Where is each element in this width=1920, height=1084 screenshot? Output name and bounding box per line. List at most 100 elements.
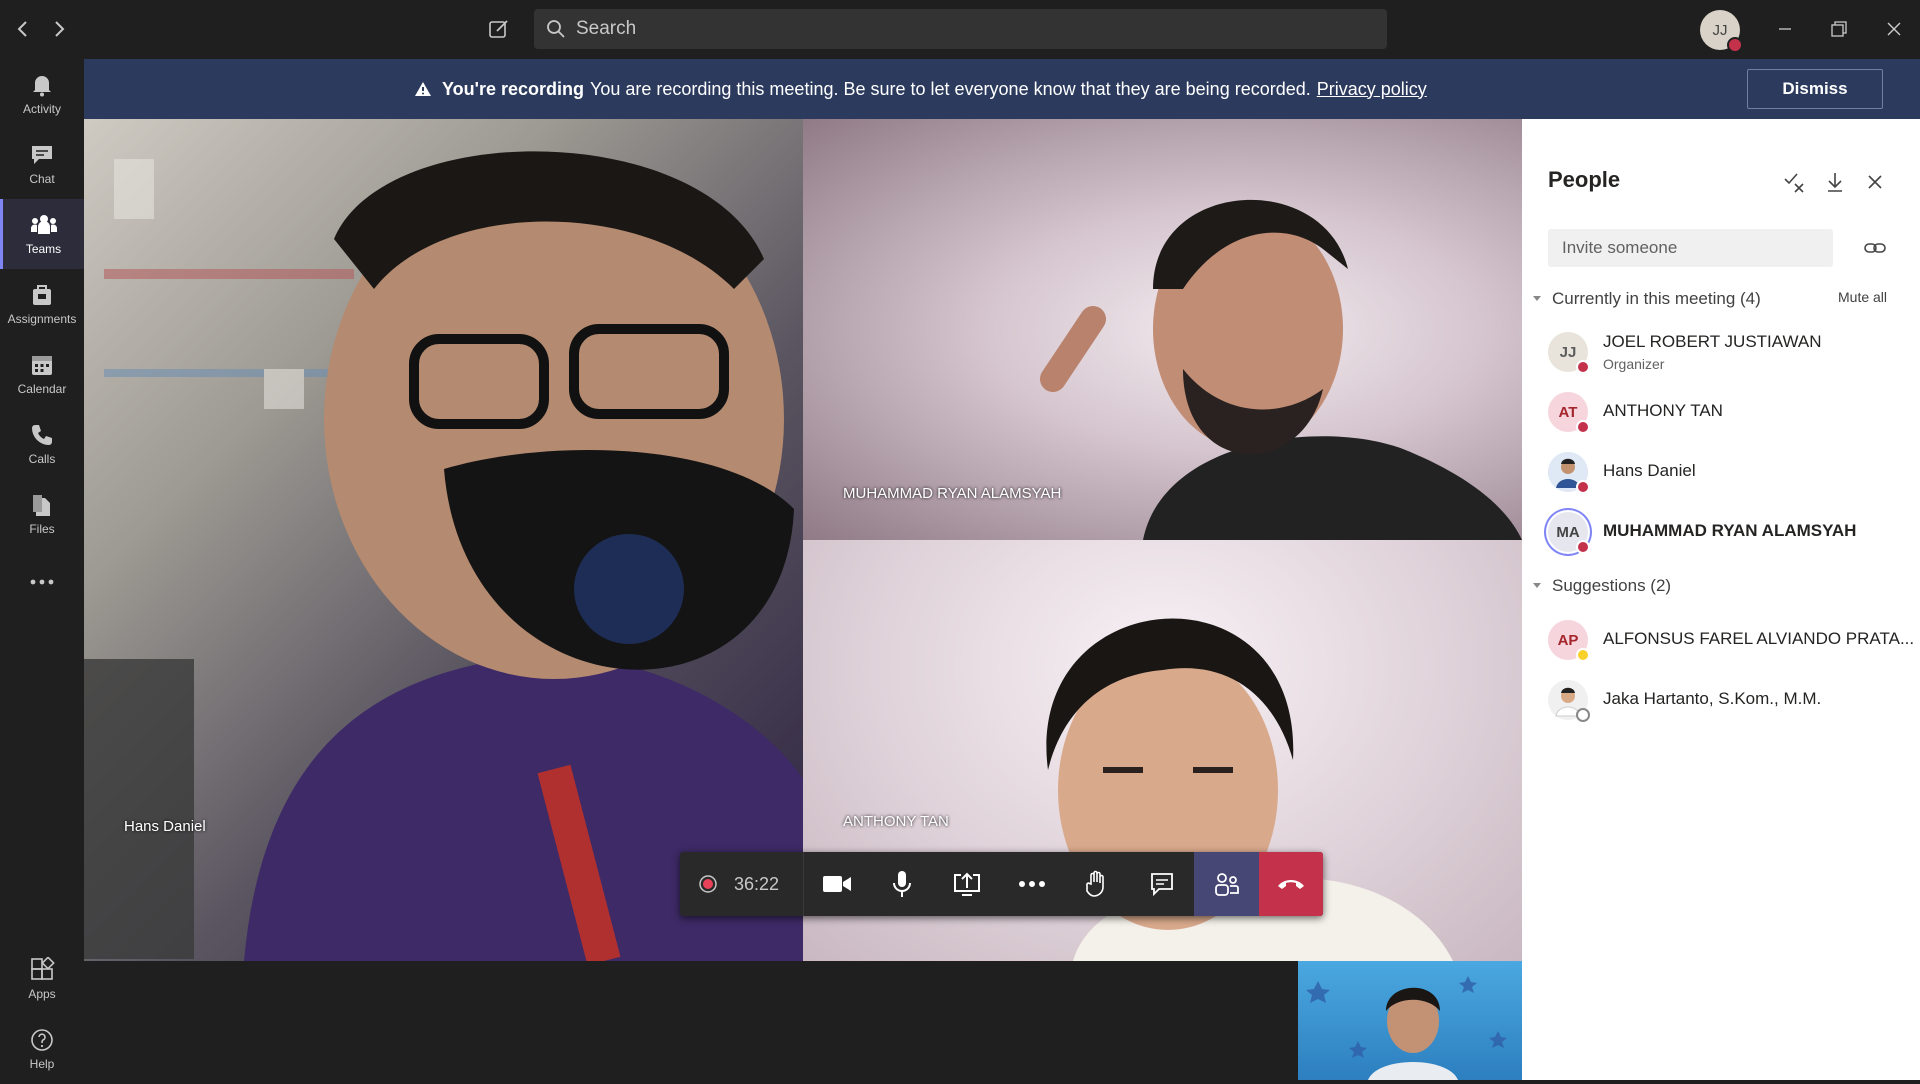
participant-name: MUHAMMAD RYAN ALAMSYAH [1603,521,1857,540]
suggestion-item[interactable]: Jaka Hartanto, S.Kom., M.M. [1522,674,1920,726]
recording-banner: You're recording You are recording this … [84,59,1920,119]
rail-label: Files [29,522,55,536]
participant-name: ANTHONY TAN [1603,401,1723,420]
close-window-icon[interactable] [1879,14,1909,44]
rail-item-calendar[interactable]: Calendar [0,339,84,409]
help-icon [31,1029,53,1051]
close-panel-icon[interactable] [1862,169,1888,195]
rail-item-activity[interactable]: Activity [0,59,84,129]
raise-hand-icon [1085,870,1104,897]
rail-label: Apps [28,987,56,1001]
section-suggestions[interactable]: Suggestions (2) [1532,576,1671,596]
rail-label: Activity [22,102,61,116]
share-screen-button[interactable] [934,852,999,916]
search-input[interactable] [576,18,1356,40]
share-screen-icon [953,872,980,896]
section-currently-in-meeting[interactable]: Currently in this meeting (4) [1532,289,1761,309]
avatar-initials: JJ [1559,343,1577,361]
teams-icon [30,215,57,234]
more-actions-button[interactable] [999,852,1064,916]
avatar-initials: AT [1558,403,1578,421]
rail-label: Calendar [17,382,67,396]
recording-banner-text: You're recording You are recording this … [414,59,1427,119]
invite-someone-input[interactable] [1548,229,1833,267]
privacy-policy-link[interactable]: Privacy policy [1317,79,1427,100]
self-video [1306,976,1507,1080]
chevron-down-icon [1533,296,1541,301]
suggestion-item[interactable]: AP ALFONSUS FAREL ALVIANDO PRATA... [1522,614,1920,666]
phone-icon [32,425,52,445]
avatar: AT [1548,392,1590,434]
minimize-icon[interactable] [1770,14,1800,44]
tile-label: Hans Daniel [124,818,206,835]
hang-up-button[interactable] [1259,852,1323,916]
apps-icon [31,957,55,980]
share-link-icon[interactable] [1862,235,1888,261]
search-icon [547,20,565,38]
rail-label: Teams [25,242,62,256]
video-tile-muhammad-ryan-alamsyah[interactable]: MUHAMMAD RYAN ALAMSYAH [803,119,1522,540]
rail-label: Chat [29,172,55,186]
rail-label: Calls [28,452,56,466]
camera-icon [822,876,851,892]
participant-name: Jaka Hartanto, S.Kom., M.M. [1603,689,1822,708]
rail-item-teams[interactable]: Teams [0,199,84,269]
restore-icon[interactable] [1824,14,1854,44]
hide-check-icon[interactable] [1782,169,1808,195]
tile-label: MUHAMMAD RYAN ALAMSYAH [843,485,1062,502]
recording-message: You are recording this meeting. Be sure … [589,78,1311,99]
self-view-video[interactable] [1298,961,1522,1080]
more-apps-icon[interactable] [0,549,84,619]
chat-icon [1150,873,1173,897]
record-icon [699,875,717,893]
presence-busy-icon [1576,420,1590,434]
profile-initials: JJ [1712,21,1728,39]
microphone-button[interactable] [869,852,934,916]
recording-indicator: 36:22 [680,852,804,916]
forward-icon[interactable] [44,14,74,44]
rail-item-files[interactable]: Files [0,479,84,549]
panel-title: People [1548,167,1621,192]
raise-hand-button[interactable] [1064,852,1129,916]
hang-up-icon [1278,880,1304,889]
call-timer: 36:22 [734,873,780,894]
participants-icon [1214,873,1239,896]
avatar-initials: AP [1557,631,1579,649]
rail-item-apps[interactable]: Apps [0,944,84,1014]
participant-role: Organizer [1603,356,1665,372]
profile-avatar[interactable]: JJ [1700,10,1743,53]
avatar: MA [1548,512,1590,554]
participant-item[interactable]: MA MUHAMMAD RYAN ALAMSYAH [1522,506,1920,558]
more-icon [1018,881,1045,887]
participant-item[interactable]: Hans Daniel [1522,446,1920,498]
rail-item-chat[interactable]: Chat [0,129,84,199]
search-box[interactable] [534,9,1387,49]
new-chat-icon[interactable] [484,14,514,44]
show-conversation-button[interactable] [1129,852,1194,916]
back-icon[interactable] [8,14,38,44]
rail-item-calls[interactable]: Calls [0,409,84,479]
rail-label: Help [29,1057,55,1071]
participant-name: JOEL ROBERT JUSTIAWAN [1603,332,1822,351]
rail-item-help[interactable]: Help [0,1014,84,1084]
presence-away-icon [1576,648,1590,662]
show-participants-button[interactable] [1194,852,1259,916]
dismiss-button[interactable]: Dismiss [1747,69,1883,109]
participant-item[interactable]: JJ JOEL ROBERT JUSTIAWAN Organizer [1522,326,1920,378]
avatar: AP [1548,620,1590,662]
call-controls: 36:22 [680,852,1323,916]
section-label: Suggestions (2) [1552,576,1672,595]
participant-name: ALFONSUS FAREL ALVIANDO PRATA... [1603,629,1915,648]
warning-icon [415,82,431,96]
camera-button[interactable] [804,852,869,916]
stage-bottom-area [84,961,1298,1080]
avatar [1548,452,1590,494]
mute-all-button[interactable]: Mute all [1838,289,1887,305]
people-panel: People Currently in this meeting (4) Mut… [1522,119,1920,1080]
download-attendance-icon[interactable] [1822,169,1848,195]
assignments-icon [33,285,51,305]
participant-item[interactable]: AT ANTHONY TAN [1522,386,1920,438]
chevron-down-icon [1533,583,1541,588]
video-tile-hans-daniel[interactable]: Hans Daniel [84,119,803,961]
rail-item-assignments[interactable]: Assignments [0,269,84,339]
